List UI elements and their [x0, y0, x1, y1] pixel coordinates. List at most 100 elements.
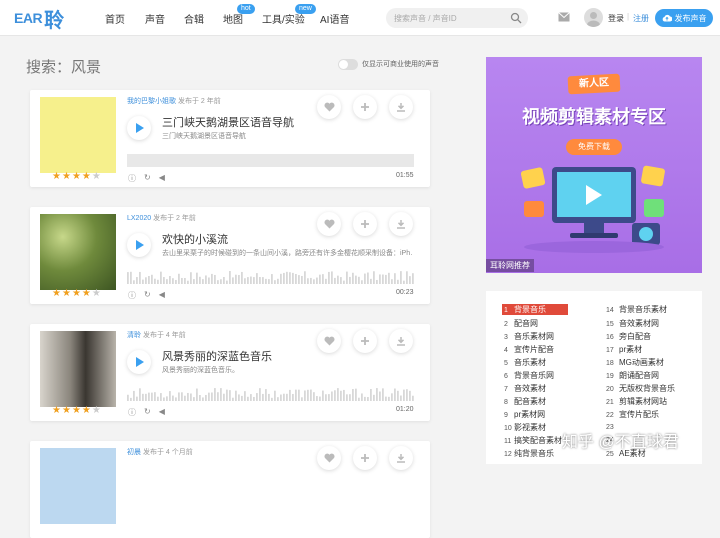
waveform-bar [169, 391, 171, 401]
avatar[interactable] [584, 8, 603, 27]
sound-thumbnail[interactable] [40, 97, 116, 173]
waveform-bar [337, 275, 339, 284]
nav-ai-voice[interactable]: AI语音 [320, 11, 349, 26]
sound-meta: 我的巴黎小姐歌 发布于 2 年前 [127, 96, 221, 106]
waveform[interactable] [127, 154, 414, 167]
register-link[interactable]: 注册 [633, 13, 649, 24]
sound-title[interactable]: 三门峡天鹅湖景区语音导航 [162, 114, 294, 130]
ad-banner[interactable]: 新人区 视频剪辑素材专区 免费下载 耳聆网推荐 [486, 57, 702, 273]
waveform-bar [202, 397, 204, 401]
tag-rank: 5 [504, 360, 508, 367]
waveform-bar [376, 388, 378, 401]
cloud-upload-icon [662, 14, 672, 22]
tag-item[interactable]: 19 朗诵配音网 [606, 370, 659, 381]
waveform-bar [391, 279, 393, 284]
waveform-bar [349, 394, 351, 401]
tag-item[interactable]: 17 pr素材 [606, 344, 642, 355]
nav-home[interactable]: 首页 [105, 11, 125, 26]
waveform-bar [130, 271, 132, 284]
download-button[interactable] [389, 212, 413, 236]
mail-icon[interactable] [558, 12, 570, 22]
download-button[interactable] [389, 329, 413, 353]
waveform-bar [301, 275, 303, 284]
tag-item[interactable]: 2 配音网 [504, 318, 538, 329]
like-button[interactable] [317, 212, 341, 236]
waveform-bar [325, 278, 327, 284]
waveform[interactable] [127, 388, 414, 401]
loop-icon[interactable]: ↻ [144, 407, 151, 418]
tag-item[interactable]: 7 音效素材 [504, 383, 546, 394]
waveform-bar [178, 392, 180, 401]
tag-rank: 15 [606, 321, 614, 328]
tag-item[interactable]: 1 背景音乐 [502, 304, 568, 315]
waveform-bar [298, 275, 300, 284]
waveform-bar [370, 389, 372, 401]
author-link[interactable]: 我的巴黎小姐歌 [127, 98, 176, 105]
add-to-collection-button[interactable] [353, 446, 377, 470]
tag-item[interactable]: 12 纯背景音乐 [504, 448, 554, 459]
tag-label: 影视素材 [514, 423, 546, 432]
waveform[interactable] [127, 271, 414, 284]
author-link[interactable]: 初晨 [127, 449, 141, 456]
sound-thumbnail[interactable] [40, 331, 116, 407]
tag-item[interactable]: 5 音乐素材 [504, 357, 546, 368]
add-to-collection-button[interactable] [353, 95, 377, 119]
sound-title[interactable]: 欢快的小溪流 [162, 231, 228, 247]
waveform-bar [310, 277, 312, 284]
tag-item[interactable]: 4 宣传片配音 [504, 344, 554, 355]
ad-caption: 耳聆网推荐 [486, 259, 534, 272]
search-icon[interactable] [510, 12, 522, 24]
download-button[interactable] [389, 446, 413, 470]
loop-icon[interactable]: ↻ [144, 173, 151, 184]
info-icon[interactable]: ⓘ [128, 173, 136, 184]
tag-item[interactable]: 11 搞笑配音素材 [504, 435, 562, 446]
tag-item[interactable]: 9 pr素材网 [504, 409, 545, 420]
login-link[interactable]: 登录 [608, 13, 624, 24]
volume-icon[interactable]: ◀ [159, 173, 165, 184]
play-button[interactable] [127, 116, 151, 140]
tag-item[interactable]: 18 MG动画素材 [606, 357, 664, 368]
site-logo[interactable]: EAR 聆 [14, 7, 64, 32]
author-link[interactable]: LX2020 [127, 215, 151, 222]
play-button[interactable] [127, 233, 151, 257]
waveform-bar [328, 394, 330, 401]
sound-thumbnail[interactable] [40, 448, 116, 524]
tag-item[interactable]: 20 无版权背景音乐 [606, 383, 675, 394]
waveform-bar [142, 393, 144, 401]
sound-thumbnail[interactable] [40, 214, 116, 290]
volume-icon[interactable]: ◀ [159, 290, 165, 301]
play-button[interactable] [127, 350, 151, 374]
like-button[interactable] [317, 446, 341, 470]
tag-item[interactable]: 14 背景音乐素材 [606, 304, 667, 315]
nav-sounds[interactable]: 声音 [145, 11, 165, 26]
tag-item[interactable]: 3 音乐素材网 [504, 331, 554, 342]
tag-item[interactable]: 22 宣传片配乐 [606, 409, 659, 420]
search-input[interactable] [386, 8, 528, 28]
author-link[interactable]: 清聆 [127, 332, 141, 339]
volume-icon[interactable]: ◀ [159, 407, 165, 418]
info-icon[interactable]: ⓘ [128, 290, 136, 301]
loop-icon[interactable]: ↻ [144, 290, 151, 301]
tag-item[interactable]: 15 音效素材网 [606, 318, 659, 329]
commercial-only-toggle[interactable] [338, 59, 358, 70]
tag-item[interactable]: 21 剪辑素材网站 [606, 396, 667, 407]
waveform-bar [295, 389, 297, 401]
upload-sound-button[interactable]: 发布声音 [655, 9, 713, 27]
add-to-collection-button[interactable] [353, 329, 377, 353]
tag-item[interactable]: 8 配音素材 [504, 396, 546, 407]
tag-label: 音乐素材 [514, 358, 546, 367]
like-button[interactable] [317, 95, 341, 119]
like-button[interactable] [317, 329, 341, 353]
tag-item[interactable]: 16 旁白配音 [606, 331, 651, 342]
waveform-bar [235, 390, 237, 401]
upload-label: 发布声音 [674, 13, 707, 23]
download-button[interactable] [389, 95, 413, 119]
waveform-bar [136, 396, 138, 401]
add-to-collection-button[interactable] [353, 212, 377, 236]
tag-item[interactable]: 6 背景音乐网 [504, 370, 554, 381]
info-icon[interactable]: ⓘ [128, 407, 136, 418]
tag-item[interactable]: 10 影视素材 [504, 422, 546, 433]
waveform-bar [214, 388, 216, 401]
nav-collections[interactable]: 合辑 [184, 11, 204, 26]
sound-title[interactable]: 风景秀丽的深蓝色音乐 [162, 348, 272, 364]
